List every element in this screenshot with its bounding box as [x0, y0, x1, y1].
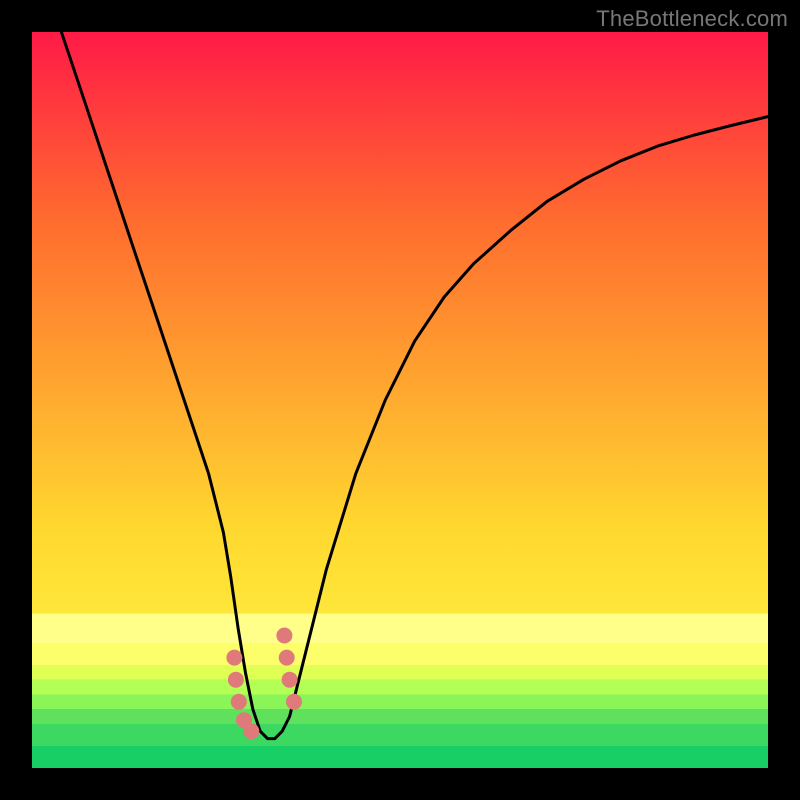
dotted-point: [282, 672, 298, 688]
dotted-point: [279, 650, 295, 666]
watermark-text: TheBottleneck.com: [596, 6, 788, 32]
chart-svg: [32, 32, 768, 768]
dotted-point: [226, 650, 242, 666]
dotted-point: [231, 694, 247, 710]
gradient-background: [32, 32, 768, 768]
dotted-point: [243, 723, 259, 739]
plot-area: [32, 32, 768, 768]
dotted-point: [286, 694, 302, 710]
dotted-point: [228, 672, 244, 688]
dotted-point: [276, 628, 292, 644]
chart-frame: TheBottleneck.com: [0, 0, 800, 800]
